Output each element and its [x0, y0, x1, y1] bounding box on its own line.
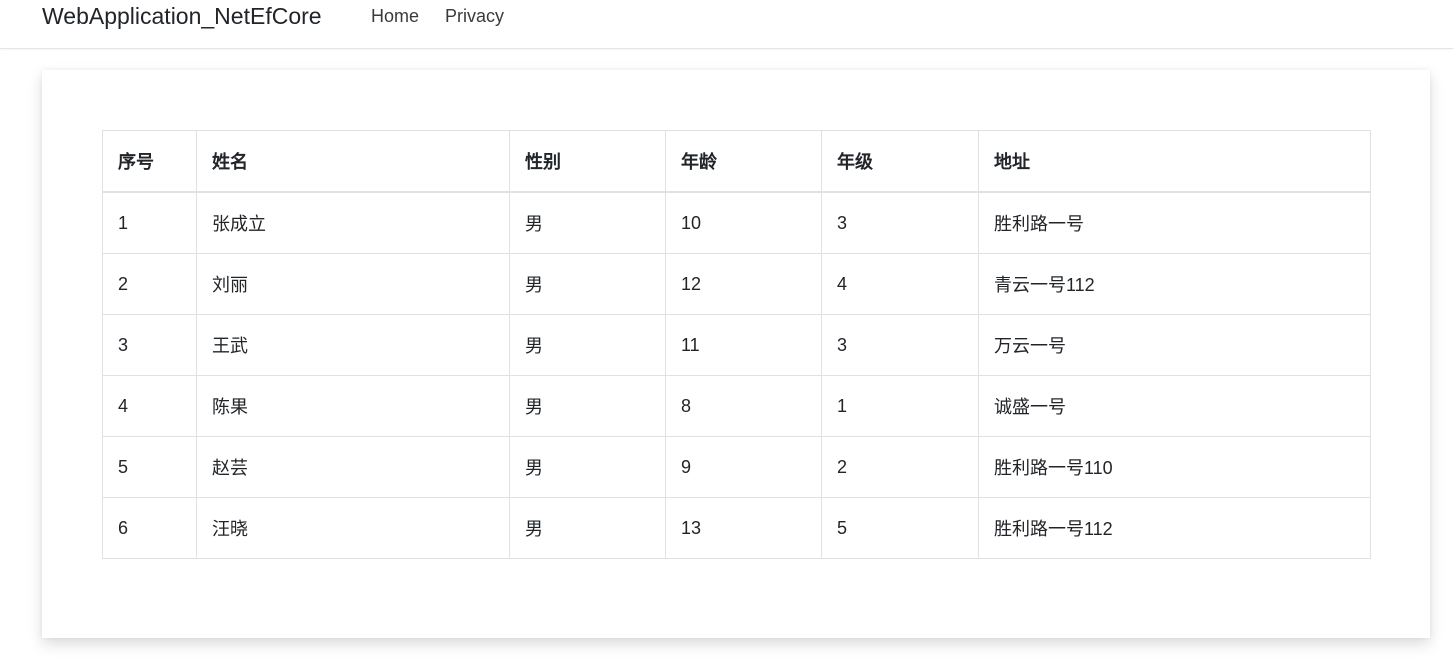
cell-address: 胜利路一号110	[978, 436, 1371, 498]
table-row: 5 赵芸 男 9 2 胜利路一号110	[102, 436, 1371, 498]
content-card: 序号 姓名 性别 年龄 年级 地址 1 张成立 男 10 3 胜利路一号 2 刘…	[42, 70, 1430, 638]
cell-index: 2	[102, 253, 197, 315]
cell-index: 4	[102, 375, 197, 437]
table-row: 6 汪晓 男 13 5 胜利路一号112	[102, 497, 1371, 559]
cell-gender: 男	[509, 253, 666, 315]
cell-grade: 3	[821, 314, 979, 376]
cell-index: 3	[102, 314, 197, 376]
column-header-index: 序号	[102, 130, 197, 193]
table-header: 序号 姓名 性别 年龄 年级 地址	[102, 130, 1371, 193]
cell-gender: 男	[509, 436, 666, 498]
header-row: 序号 姓名 性别 年龄 年级 地址	[102, 130, 1371, 193]
column-header-grade: 年级	[821, 130, 979, 193]
column-header-gender: 性别	[509, 130, 666, 193]
cell-age: 10	[665, 191, 822, 254]
cell-grade: 5	[821, 497, 979, 559]
column-header-address: 地址	[978, 130, 1371, 193]
cell-age: 12	[665, 253, 822, 315]
cell-address: 胜利路一号112	[978, 497, 1371, 559]
cell-name: 汪晓	[196, 497, 510, 559]
table-row: 1 张成立 男 10 3 胜利路一号	[102, 191, 1371, 254]
cell-age: 13	[665, 497, 822, 559]
cell-address: 诚盛一号	[978, 375, 1371, 437]
cell-index: 5	[102, 436, 197, 498]
cell-grade: 1	[821, 375, 979, 437]
top-navbar: WebApplication_NetEfCore Home Privacy	[0, 0, 1453, 49]
table-body: 1 张成立 男 10 3 胜利路一号 2 刘丽 男 12 4 青云一号112 3…	[102, 191, 1371, 559]
cell-age: 11	[665, 314, 822, 376]
cell-index: 6	[102, 497, 197, 559]
cell-name: 赵芸	[196, 436, 510, 498]
cell-gender: 男	[509, 314, 666, 376]
table-row: 4 陈果 男 8 1 诚盛一号	[102, 375, 1371, 437]
cell-grade: 3	[821, 191, 979, 254]
brand-link[interactable]: WebApplication_NetEfCore	[42, 2, 322, 30]
cell-address: 胜利路一号	[978, 191, 1371, 254]
cell-name: 刘丽	[196, 253, 510, 315]
table-row: 3 王武 男 11 3 万云一号	[102, 314, 1371, 376]
cell-name: 陈果	[196, 375, 510, 437]
column-header-age: 年龄	[665, 130, 822, 193]
cell-age: 9	[665, 436, 822, 498]
cell-name: 王武	[196, 314, 510, 376]
cell-name: 张成立	[196, 191, 510, 254]
cell-address: 青云一号112	[978, 253, 1371, 315]
cell-gender: 男	[509, 191, 666, 254]
cell-age: 8	[665, 375, 822, 437]
cell-grade: 4	[821, 253, 979, 315]
nav-link-home[interactable]: Home	[371, 5, 419, 27]
cell-address: 万云一号	[978, 314, 1371, 376]
column-header-name: 姓名	[196, 130, 510, 193]
cell-index: 1	[102, 191, 197, 254]
cell-gender: 男	[509, 375, 666, 437]
nav-link-privacy[interactable]: Privacy	[445, 5, 504, 27]
table-row: 2 刘丽 男 12 4 青云一号112	[102, 253, 1371, 315]
cell-grade: 2	[821, 436, 979, 498]
student-table: 序号 姓名 性别 年龄 年级 地址 1 张成立 男 10 3 胜利路一号 2 刘…	[102, 130, 1371, 559]
cell-gender: 男	[509, 497, 666, 559]
